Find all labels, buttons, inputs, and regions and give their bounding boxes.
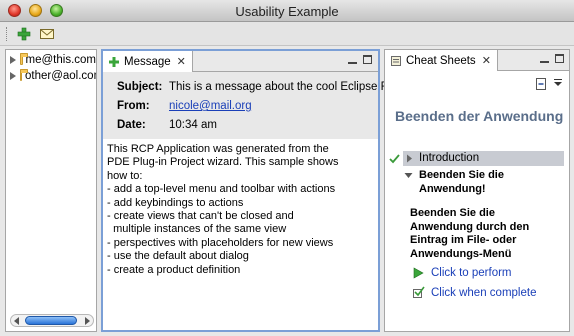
click-to-perform-link[interactable]: Click to perform bbox=[431, 267, 512, 279]
tab-message[interactable]: Message ✕ bbox=[103, 51, 193, 72]
date-label: Date: bbox=[117, 119, 146, 131]
title-bar: Usability Example bbox=[0, 0, 574, 22]
date-row: Date: 10:34 am bbox=[117, 119, 217, 135]
scroll-right-icon[interactable] bbox=[85, 317, 90, 325]
from-email-link[interactable]: nicole@mail.org bbox=[169, 100, 252, 116]
subject-row: Subject: This is a message about the coo… bbox=[117, 81, 408, 97]
cheat-item-label: Introduction bbox=[419, 152, 480, 164]
cheat-step-description: Beenden Sie die Anwendung durch den Eint… bbox=[410, 207, 530, 260]
horizontal-scrollbar[interactable] bbox=[10, 314, 94, 327]
subject-value: This is a message about the cool Eclipse… bbox=[169, 81, 409, 93]
close-icon[interactable]: ✕ bbox=[177, 55, 186, 68]
play-icon[interactable] bbox=[412, 267, 424, 279]
main-toolbar bbox=[0, 22, 574, 46]
scroll-left-icon[interactable] bbox=[14, 317, 19, 325]
cheat-sheets-view: Cheat Sheets ✕ Beenden der Anwendung Int… bbox=[384, 49, 570, 332]
from-row: From: nicole@mail.org bbox=[117, 100, 252, 116]
folder-icon bbox=[20, 53, 27, 65]
message-view: Message ✕ Subject: This is a message abo… bbox=[101, 49, 408, 332]
message-body[interactable]: This RCP Application was generated from … bbox=[107, 143, 375, 277]
cheat-item-introduction[interactable]: Introduction bbox=[403, 151, 564, 166]
cheat-sheet-title: Beenden der Anwendung bbox=[395, 108, 564, 124]
tree-item-account[interactable]: me@this.com bbox=[10, 52, 96, 68]
minimize-icon[interactable] bbox=[348, 55, 357, 64]
tab-label: Cheat Sheets bbox=[406, 54, 476, 67]
message-tabbar: Message ✕ bbox=[103, 51, 378, 72]
cheat-step-title[interactable]: Beenden Sie die Anwendung! bbox=[419, 169, 559, 196]
maximize-icon[interactable] bbox=[555, 54, 564, 63]
date-value: 10:34 am bbox=[169, 119, 217, 131]
cheat-sheets-tabbar: Cheat Sheets ✕ bbox=[385, 50, 569, 71]
mail-icon[interactable] bbox=[39, 26, 55, 42]
expand-arrow-icon[interactable] bbox=[10, 72, 16, 80]
new-icon bbox=[109, 56, 119, 67]
navigator-view: me@this.com other@aol.com bbox=[5, 49, 97, 332]
collapse-arrow-icon[interactable] bbox=[404, 172, 413, 179]
view-menu-icon[interactable] bbox=[553, 78, 563, 88]
subject-label: Subject: bbox=[117, 81, 163, 93]
tab-cheat-sheets[interactable]: Cheat Sheets ✕ bbox=[385, 50, 498, 71]
expand-arrow-icon[interactable] bbox=[406, 154, 413, 163]
tab-label: Message bbox=[124, 55, 171, 68]
minimize-icon[interactable] bbox=[540, 54, 549, 63]
expand-arrow-icon[interactable] bbox=[10, 56, 16, 64]
tree-item-account[interactable]: other@aol.com bbox=[10, 68, 96, 84]
cheat-sheets-toolbar bbox=[535, 75, 565, 93]
from-label: From: bbox=[117, 100, 150, 112]
message-header: Subject: This is a message about the coo… bbox=[103, 72, 408, 139]
new-icon[interactable] bbox=[16, 26, 32, 42]
click-when-complete-link[interactable]: Click when complete bbox=[431, 287, 536, 299]
collapse-all-icon[interactable] bbox=[535, 77, 547, 91]
complete-check-icon[interactable] bbox=[412, 286, 425, 299]
close-icon[interactable]: ✕ bbox=[482, 54, 491, 67]
window-title: Usability Example bbox=[235, 4, 339, 19]
tree-item-label: other@aol.com bbox=[25, 70, 96, 82]
maximize-icon[interactable] bbox=[363, 55, 372, 64]
folder-icon bbox=[20, 69, 28, 81]
scrollbar-thumb[interactable] bbox=[25, 316, 77, 325]
checkmark-icon bbox=[389, 154, 400, 164]
cheat-sheet-icon bbox=[391, 55, 401, 66]
tree-item-label: me@this.com bbox=[25, 54, 96, 66]
toolbar-grip[interactable] bbox=[6, 27, 8, 41]
